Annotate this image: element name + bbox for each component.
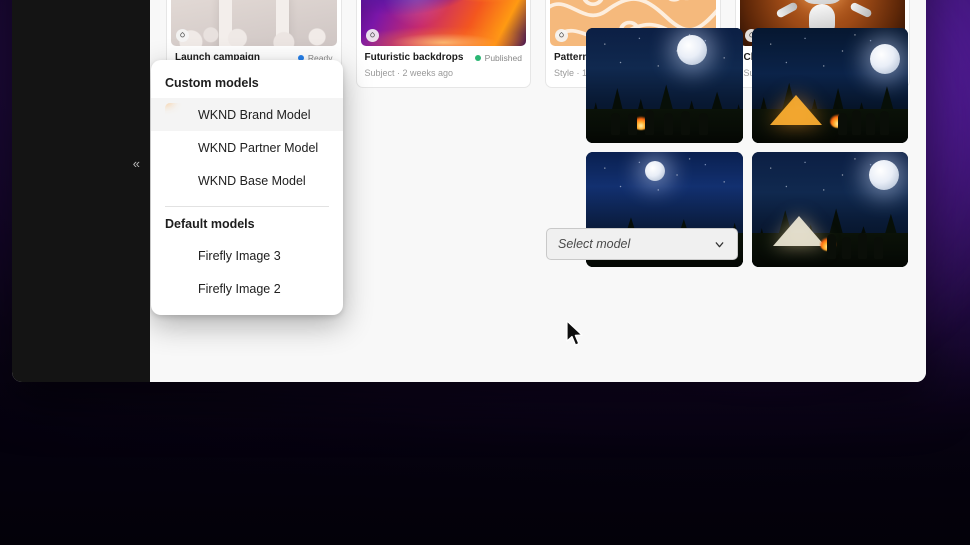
app-window: Shared Brands Personas: [12, 0, 926, 382]
dropdown-group-label-custom: Custom models: [151, 70, 343, 98]
model-select-value: Select model: [558, 237, 630, 251]
asset-thumbnail: [361, 0, 527, 46]
dropdown-item-wknd-partner-model[interactable]: WKND Partner Model: [151, 131, 343, 164]
firefly3-thumb-icon: [165, 244, 188, 267]
status-dot: [475, 55, 481, 61]
model-badge-icon: [555, 29, 568, 42]
dropdown-item-firefly-image-3[interactable]: Firefly Image 3: [151, 239, 343, 272]
aurora-thumb-icon: [165, 136, 188, 159]
model-dropdown-menu: Custom models WKND Brand Model WKND Part…: [151, 60, 343, 315]
result-image[interactable]: [752, 152, 909, 267]
chevron-down-icon: [713, 238, 726, 251]
dropdown-item-wknd-brand-model[interactable]: WKND Brand Model: [151, 98, 343, 131]
status-badge: Published: [475, 53, 522, 63]
dropdown-item-label: WKND Partner Model: [198, 141, 318, 155]
dropdown-item-label: Firefly Image 3: [198, 249, 281, 263]
tent-thumb-icon: [165, 103, 188, 126]
content-area: Product pedestal Published Style · 3 wee…: [150, 0, 926, 382]
dropdown-item-label: Firefly Image 2: [198, 282, 281, 296]
asset-card-title: Futuristic backdrops: [365, 52, 464, 63]
status-label: Published: [485, 53, 522, 63]
dropdown-divider: [165, 206, 329, 207]
sidebar: Shared Brands Personas: [12, 0, 150, 382]
purple-thumb-icon: [165, 169, 188, 192]
firefly2-thumb-icon: [165, 277, 188, 300]
dropdown-item-wknd-base-model[interactable]: WKND Base Model: [151, 164, 343, 197]
sidebar-collapse-button[interactable]: «: [133, 157, 140, 170]
asset-card[interactable]: Futuristic backdrops Published Subject ·…: [356, 0, 532, 88]
dropdown-item-label: WKND Base Model: [198, 174, 306, 188]
result-image[interactable]: [752, 28, 909, 143]
dropdown-group-label-default: Default models: [151, 211, 343, 239]
dropdown-item-firefly-image-2[interactable]: Firefly Image 2: [151, 272, 343, 305]
dropdown-item-label: WKND Brand Model: [198, 108, 311, 122]
model-badge-icon: [366, 29, 379, 42]
result-image[interactable]: [586, 28, 743, 143]
model-select-field[interactable]: Select model: [546, 228, 738, 260]
asset-card-subtitle: Subject · 2 weeks ago: [365, 68, 523, 78]
model-badge-icon: [176, 29, 189, 42]
asset-thumbnail: [171, 0, 337, 46]
